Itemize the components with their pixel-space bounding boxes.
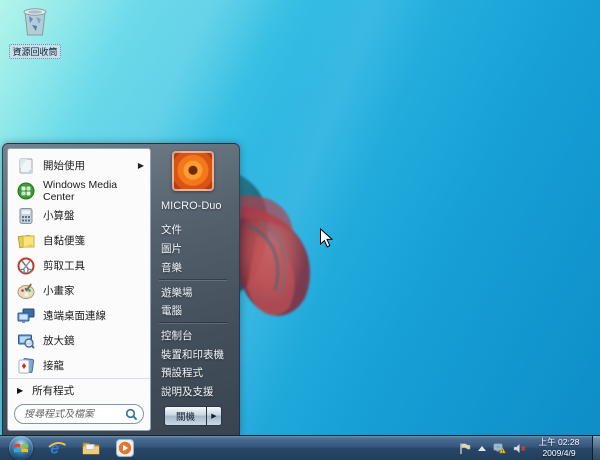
system-tray: ! 上午 02:28 2009/4/9 [458, 436, 600, 460]
windows-flag-icon [14, 443, 28, 453]
menu-item-windows-media-center[interactable]: Windows Media Center [8, 178, 150, 203]
menu-item-paint[interactable]: 小畫家 [8, 278, 150, 303]
action-center-flag-icon[interactable] [458, 442, 471, 455]
paint-icon [17, 283, 35, 299]
recycle-bin-icon [23, 8, 47, 36]
menu-item-label: 自黏便箋 [43, 235, 85, 247]
menu-item-getting-started[interactable]: 開始使用 ▶ [8, 153, 150, 178]
menu-item-magnifier[interactable]: 放大鏡 [8, 328, 150, 353]
menu-item-calculator[interactable]: 小算盤 [8, 203, 150, 228]
menu-item-snipping-tool[interactable]: 剪取工具 [8, 253, 150, 278]
show-desktop-button[interactable] [592, 436, 600, 460]
snipping-tool-icon [17, 257, 35, 274]
all-programs-button[interactable]: ▶ 所有程式 [8, 378, 150, 401]
user-name-link[interactable]: MICRO-Duo [151, 198, 235, 221]
menu-item-label: 剪取工具 [43, 260, 85, 272]
menu-item-label: 接龍 [43, 360, 64, 372]
remote-desktop-icon [17, 308, 35, 323]
all-programs-label: 所有程式 [32, 384, 75, 397]
divider [159, 322, 227, 325]
menu-item-label: 開始使用 [43, 160, 85, 172]
media-player-icon[interactable] [115, 438, 135, 458]
media-center-icon [17, 182, 35, 199]
desktop: 資源回收筒 開始使用 ▶ Windows Media Center 小算盤 自黏… [0, 0, 600, 460]
program-list: 開始使用 ▶ Windows Media Center 小算盤 自黏便箋 剪取工… [8, 149, 150, 378]
start-button[interactable] [9, 436, 33, 460]
start-menu-left-panel: 開始使用 ▶ Windows Media Center 小算盤 自黏便箋 剪取工… [7, 148, 151, 431]
start-menu-right-panel: MICRO-Duo 文件 圖片 音樂 遊樂場 電腦 控制台 裝置和印表機 預設程… [151, 148, 235, 431]
search-icon[interactable] [125, 408, 138, 421]
explorer-folder-icon[interactable] [81, 438, 101, 458]
right-item-devices-printers[interactable]: 裝置和印表機 [151, 345, 235, 364]
recycle-bin-desktop-icon[interactable]: 資源回收筒 [6, 5, 64, 60]
right-item-control-panel[interactable]: 控制台 [151, 326, 235, 345]
divider [159, 278, 227, 281]
sticky-notes-icon [17, 234, 35, 248]
right-item-music[interactable]: 音樂 [151, 258, 235, 277]
solitaire-icon [18, 357, 35, 373]
search-row [8, 401, 150, 430]
recycle-bin-label: 資源回收筒 [9, 44, 61, 59]
network-warning-icon[interactable]: ! [493, 442, 506, 455]
submenu-arrow-icon: ▶ [137, 161, 144, 170]
menu-item-label: 小算盤 [43, 210, 75, 222]
internet-explorer-icon[interactable]: e [47, 438, 67, 458]
volume-muted-icon[interactable] [513, 442, 526, 455]
user-avatar[interactable] [172, 151, 214, 191]
right-item-games[interactable]: 遊樂場 [151, 283, 235, 302]
getting-started-icon [19, 158, 33, 173]
start-menu: 開始使用 ▶ Windows Media Center 小算盤 自黏便箋 剪取工… [2, 143, 240, 435]
mouse-cursor [320, 228, 333, 248]
shutdown-row: 關機 ▶ [151, 401, 235, 427]
all-programs-arrow-icon: ▶ [17, 385, 24, 395]
clock-time: 上午 02:28 [538, 436, 580, 447]
menu-item-sticky-notes[interactable]: 自黏便箋 [8, 228, 150, 253]
right-item-computer[interactable]: 電腦 [151, 301, 235, 320]
menu-item-label: 放大鏡 [43, 335, 75, 347]
taskbar-clock[interactable]: 上午 02:28 2009/4/9 [533, 437, 585, 460]
menu-item-remote-desktop[interactable]: 遠端桌面連線 [8, 303, 150, 328]
clock-date: 2009/4/9 [542, 448, 576, 458]
magnifier-icon [18, 334, 35, 349]
menu-item-label: 遠端桌面連線 [43, 310, 106, 322]
right-item-documents[interactable]: 文件 [151, 221, 235, 240]
menu-item-label: 小畫家 [43, 285, 75, 297]
calculator-icon [19, 207, 33, 224]
right-item-pictures[interactable]: 圖片 [151, 239, 235, 258]
right-item-default-programs[interactable]: 預設程式 [151, 364, 235, 383]
menu-item-solitaire[interactable]: 接龍 [8, 353, 150, 378]
search-box [14, 404, 144, 424]
search-input[interactable] [24, 408, 125, 420]
show-hidden-icons-arrow[interactable] [478, 445, 486, 451]
right-item-help-support[interactable]: 說明及支援 [151, 382, 235, 401]
shutdown-options-arrow[interactable]: ▶ [207, 406, 222, 427]
menu-item-label: Windows Media Center [43, 178, 118, 203]
shutdown-button[interactable]: 關機 [163, 406, 207, 427]
taskbar: e ! 上午 02:28 2009/4/9 [0, 435, 600, 460]
